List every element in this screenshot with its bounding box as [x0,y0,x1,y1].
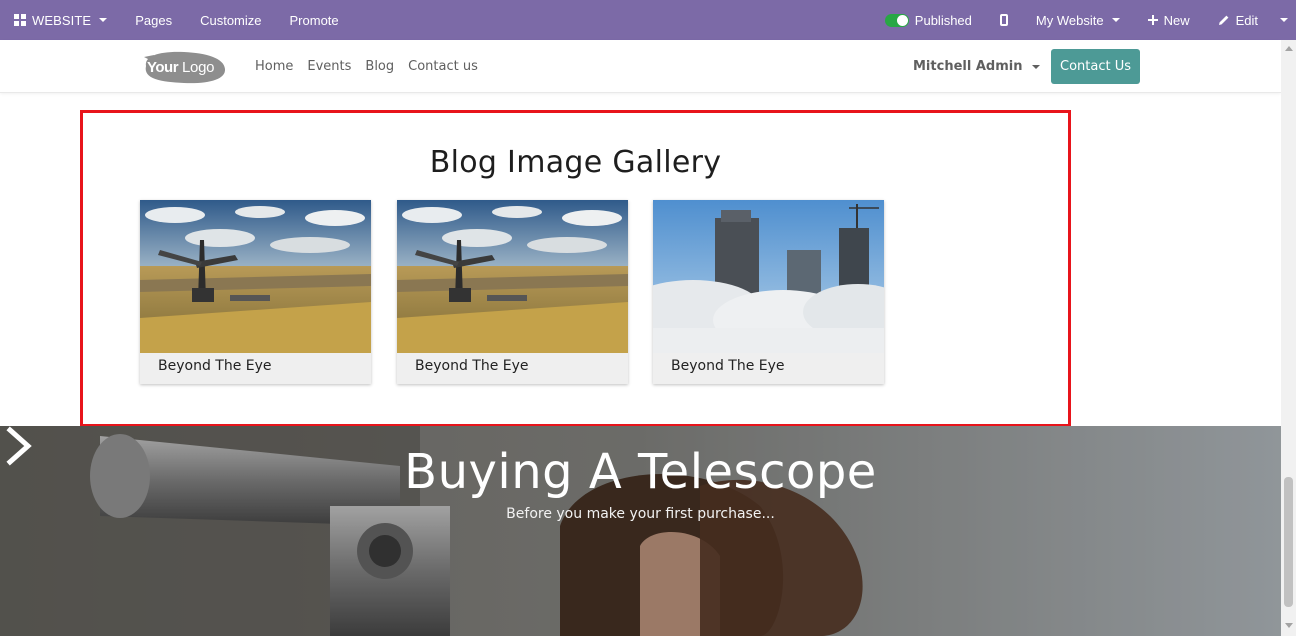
nav-blog[interactable]: Blog [365,59,394,74]
edit-button[interactable]: Edit [1204,0,1272,40]
website-menu[interactable]: WEBSITE [0,0,121,40]
pages-menu[interactable]: Pages [121,0,186,40]
website-menu-label: WEBSITE [32,12,92,28]
pencil-icon [1218,15,1228,25]
contact-us-button[interactable]: Contact Us [1051,49,1140,84]
scrollbar-thumb[interactable] [1284,477,1293,607]
svg-text:Logo: Logo [182,59,214,76]
toggle-on-icon [884,13,909,27]
nav-home[interactable]: Home [255,59,293,74]
card-caption: Beyond The Eye [671,358,785,374]
promote-menu-label: Promote [289,12,339,28]
user-name: Mitchell Admin [913,59,1023,74]
site-header: Your Logo Home Events Blog Contact us Mi… [0,40,1281,93]
mobile-preview-button[interactable] [986,0,1022,40]
gallery-title: Blog Image Gallery [429,145,722,180]
customize-menu-label: Customize [200,12,262,28]
page-scrollbar[interactable] [1281,40,1296,636]
new-button[interactable]: New [1134,0,1204,40]
scroll-down-icon[interactable] [1285,623,1293,628]
chevron-right-icon[interactable] [0,426,36,466]
main-nav: Home Events Blog Contact us [255,40,478,93]
logo[interactable]: Your Logo [140,49,226,85]
more-menu[interactable] [1272,0,1296,40]
scroll-up-icon[interactable] [1285,46,1293,51]
published-label: Published [914,12,972,28]
gallery-card[interactable]: Beyond The Eye [397,200,628,384]
gallery-card[interactable]: Beyond The Eye [653,200,884,384]
caret-down-icon [1280,18,1288,22]
edit-button-label: Edit [1235,12,1258,28]
admin-bar: WEBSITE Pages Customize Promote Publishe… [0,0,1296,40]
mobile-icon [999,14,1008,26]
my-website-label: My Website [1035,12,1104,28]
mining-excavator-image [140,200,371,353]
card-caption: Beyond The Eye [158,358,272,374]
customize-menu[interactable]: Customize [186,0,275,40]
user-menu[interactable]: Mitchell Admin [913,40,1041,93]
skyscrapers-in-fog-image [653,200,884,353]
blog-image-gallery-section: Blog Image Gallery Beyond The Eye Beyond… [80,110,1071,427]
caret-down-icon [99,18,108,22]
nav-events[interactable]: Events [307,59,351,74]
svg-text:Your: Your [147,59,179,76]
mining-excavator-image [397,200,628,353]
my-website-menu[interactable]: My Website [1022,0,1134,40]
promote-menu[interactable]: Promote [276,0,353,40]
new-button-label: New [1163,12,1190,28]
caret-down-icon [1111,18,1120,22]
hero-banner: Buying A Telescope Before you make your … [0,426,1281,636]
apps-grid-icon [14,14,26,26]
pages-menu-label: Pages [135,12,173,28]
hero-subtitle: Before you make your first purchase... [506,506,775,522]
gallery-card[interactable]: Beyond The Eye [140,200,371,384]
nav-contact-us[interactable]: Contact us [408,59,478,74]
plus-icon [1147,15,1158,25]
published-toggle[interactable]: Published [871,0,986,40]
caret-down-icon [1032,64,1041,69]
hero-title: Buying A Telescope [404,444,877,500]
card-caption: Beyond The Eye [415,358,529,374]
